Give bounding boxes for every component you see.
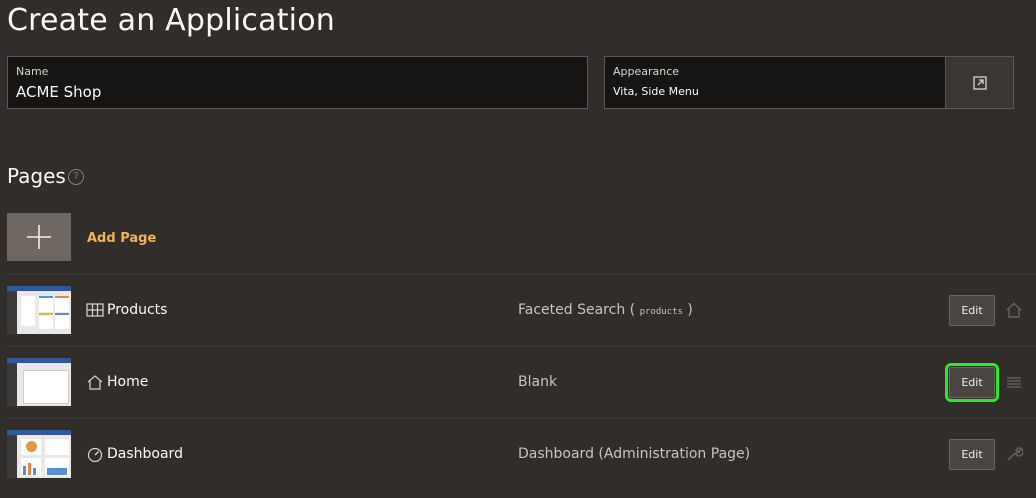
page-type: Faceted Search ( products ) xyxy=(518,302,693,318)
page-name[interactable]: Dashboard xyxy=(107,446,183,462)
page-row-dashboard: Dashboard Dashboard (Administration Page… xyxy=(7,418,1036,490)
home-icon[interactable] xyxy=(1005,301,1023,319)
appearance-field-value: Vita, Side Menu xyxy=(613,85,699,98)
name-field-value[interactable]: ACME Shop xyxy=(16,83,101,101)
page-name[interactable]: Home xyxy=(107,374,148,390)
page-title: Create an Application xyxy=(7,3,335,38)
appearance-field[interactable]: Appearance Vita, Side Menu xyxy=(604,56,946,109)
add-page-button[interactable]: Add Page xyxy=(87,231,156,246)
edit-button[interactable]: Edit xyxy=(945,363,999,402)
wrench-icon[interactable] xyxy=(1005,445,1023,463)
pages-heading: Pages xyxy=(7,164,66,188)
add-page-tile[interactable] xyxy=(7,213,71,261)
grid-icon xyxy=(86,303,104,317)
name-field[interactable]: Name ACME Shop xyxy=(7,56,588,109)
home-icon xyxy=(87,375,103,390)
page-thumbnail xyxy=(7,430,71,478)
page-name[interactable]: Products xyxy=(107,302,167,318)
plus-icon xyxy=(27,225,51,249)
appearance-open-button[interactable] xyxy=(945,56,1014,109)
help-icon[interactable]: ? xyxy=(68,169,84,185)
name-field-label: Name xyxy=(16,65,49,78)
page-row-home: Home Blank Edit xyxy=(7,346,1036,418)
edit-button[interactable]: Edit xyxy=(949,439,995,470)
page-thumbnail xyxy=(7,286,71,334)
page-type: Dashboard (Administration Page) xyxy=(518,446,751,462)
edit-button[interactable]: Edit xyxy=(949,295,995,326)
drag-handle-icon[interactable] xyxy=(1005,373,1023,391)
page-type: Blank xyxy=(518,374,558,390)
page-row-products: Products Faceted Search ( products ) Edi… xyxy=(7,274,1036,346)
external-open-icon xyxy=(972,75,987,90)
gauge-icon xyxy=(87,447,103,462)
appearance-field-label: Appearance xyxy=(613,65,680,78)
page-thumbnail xyxy=(7,358,71,406)
